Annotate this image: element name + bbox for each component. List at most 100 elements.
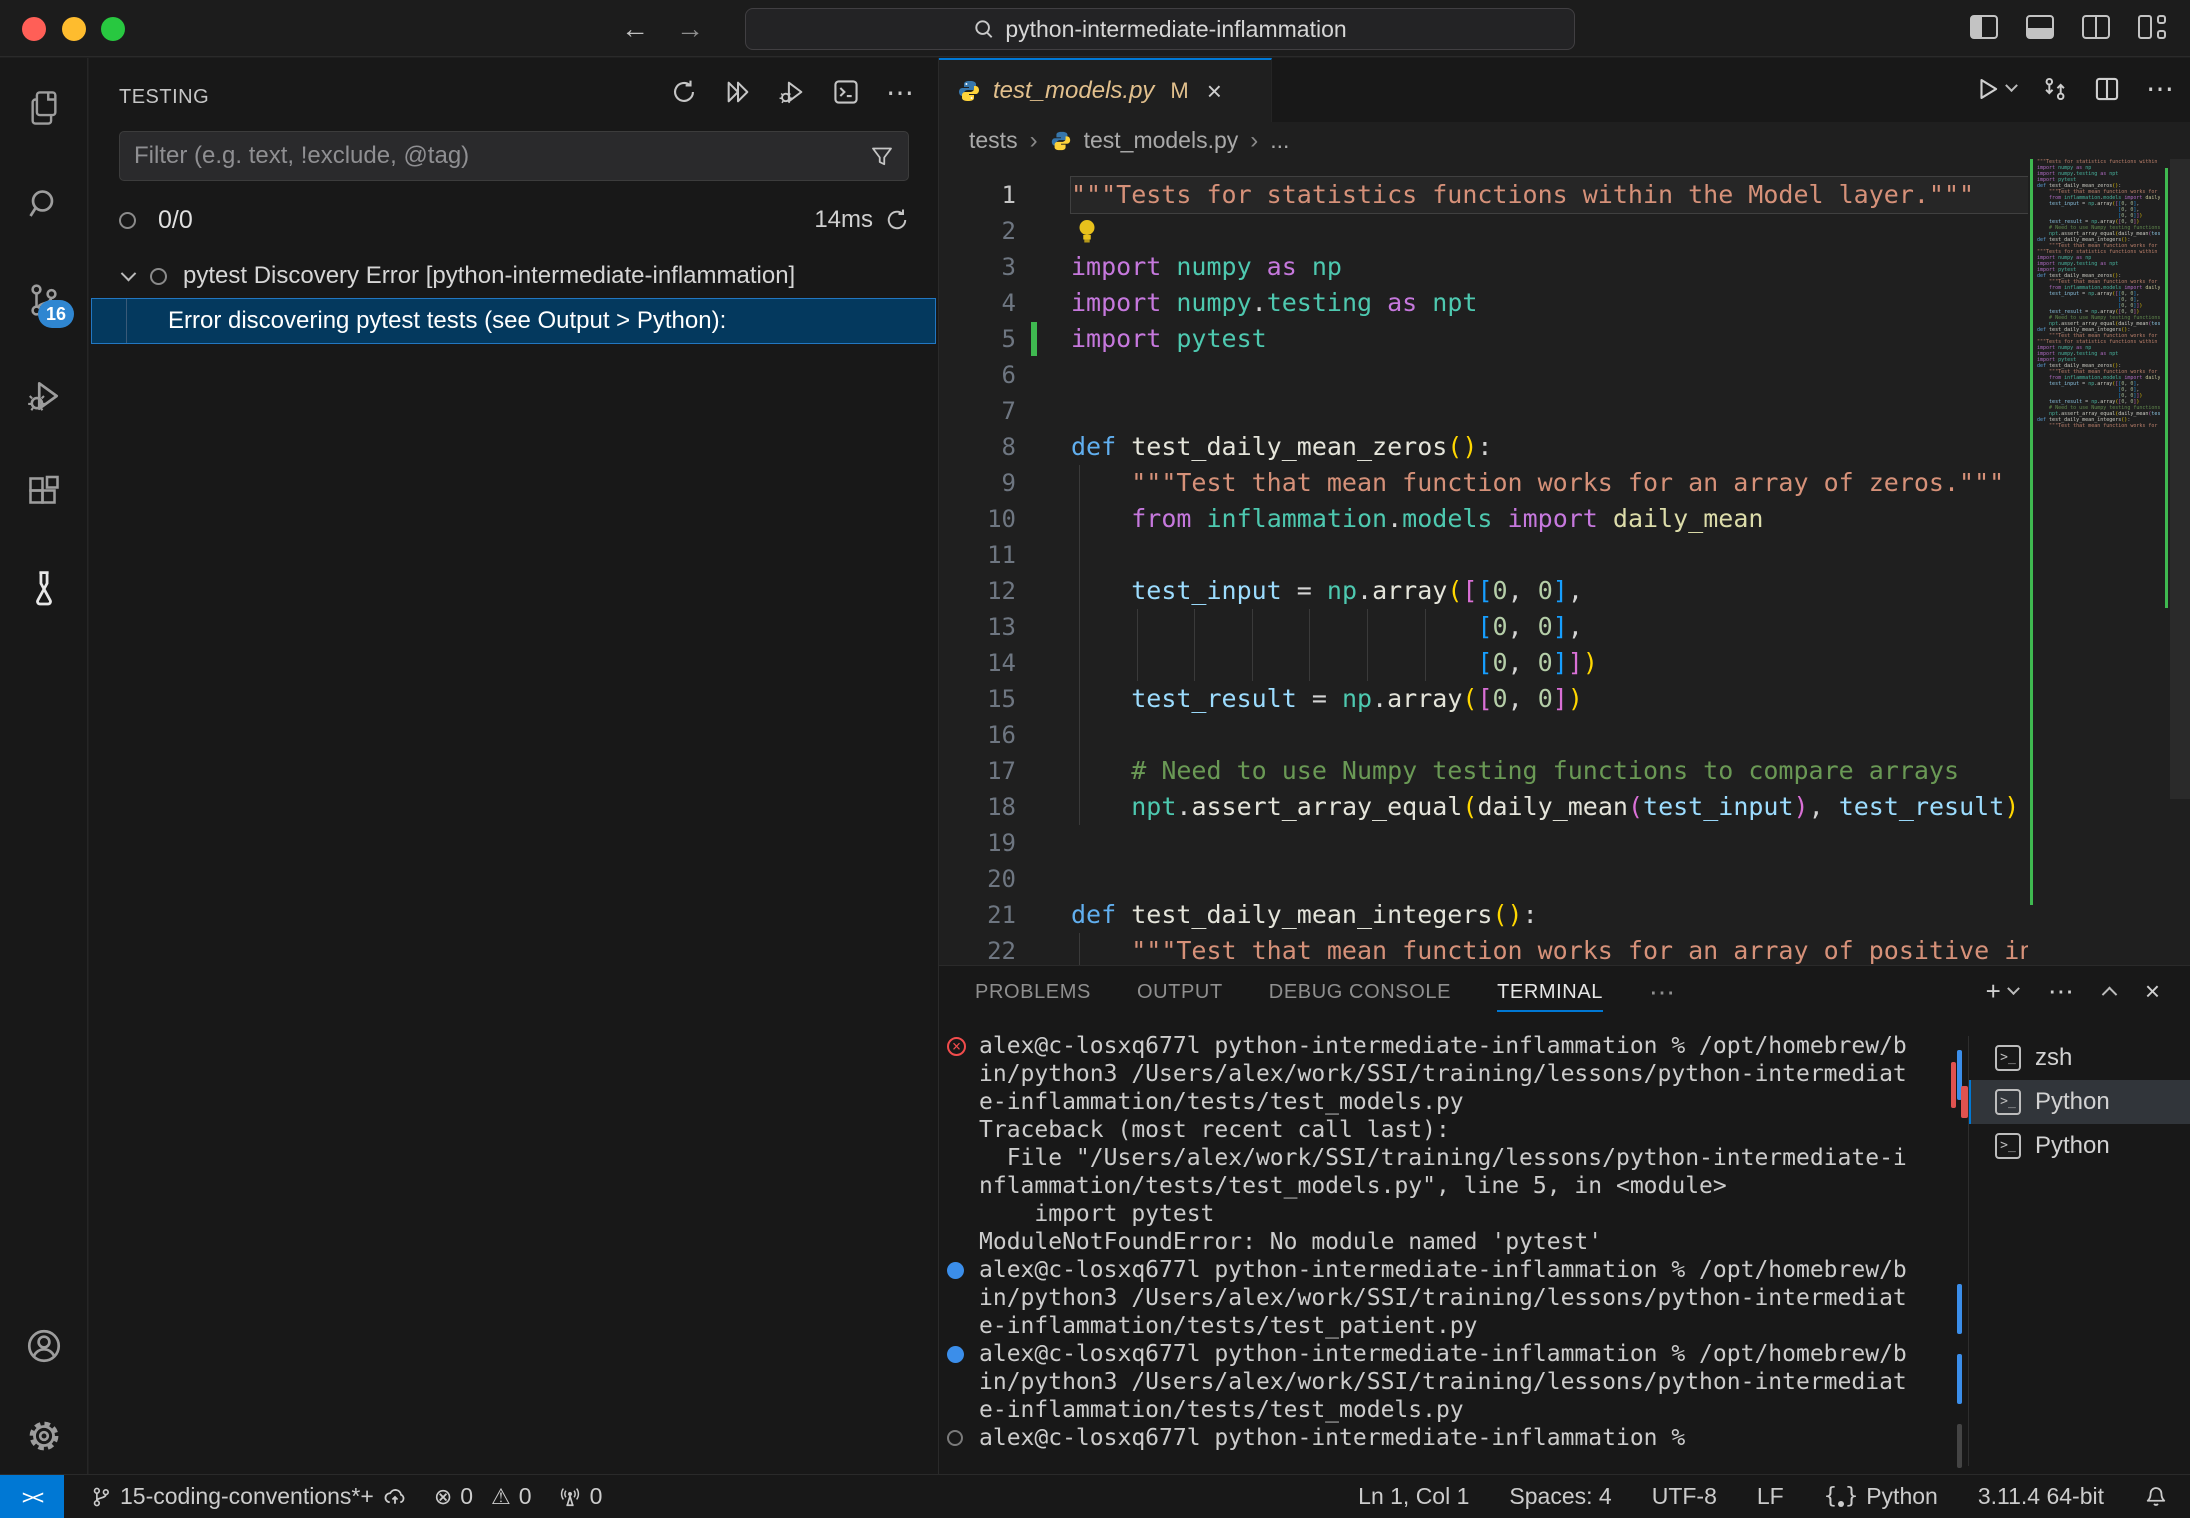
- show-test-output-icon[interactable]: [830, 76, 862, 108]
- editor-more-actions-icon[interactable]: ⋯: [2146, 72, 2174, 105]
- code-line[interactable]: 8def test_daily_mean_zeros():: [939, 429, 2028, 465]
- code-line[interactable]: 2: [939, 213, 2028, 249]
- line-number: 5: [939, 321, 1016, 357]
- minimap[interactable]: """Tests for statistics functions within…: [2030, 159, 2160, 905]
- chevron-down-icon[interactable]: [121, 265, 137, 281]
- git-branch-item[interactable]: 15-coding-conventions*+: [90, 1483, 408, 1510]
- code-line[interactable]: 12 test_input = np.array([[0, 0],: [939, 573, 2028, 609]
- remote-indicator[interactable]: ><: [0, 1475, 64, 1518]
- toggle-panel-icon[interactable]: [2026, 15, 2054, 39]
- ports-count: 0: [590, 1483, 603, 1510]
- terminal-command-status-icon[interactable]: [947, 1346, 979, 1363]
- code-line[interactable]: 9 """Test that mean function works for a…: [939, 465, 2028, 501]
- minimize-window-button[interactable]: [62, 17, 86, 41]
- toggle-secondary-sidebar-icon[interactable]: [2082, 15, 2110, 39]
- accounts-icon[interactable]: [0, 1310, 88, 1382]
- eol-item[interactable]: LF: [1757, 1483, 1784, 1510]
- filter-funnel-icon[interactable]: [870, 144, 894, 168]
- terminal-dropdown-chevron-icon[interactable]: [2007, 982, 2020, 995]
- history-forward-button[interactable]: →: [670, 9, 710, 49]
- code-editor[interactable]: 1"""Tests for statistics functions withi…: [939, 159, 2028, 965]
- split-editor-icon[interactable]: [2094, 76, 2120, 102]
- open-changes-icon[interactable]: [2042, 76, 2068, 102]
- code-line[interactable]: 5import pytest: [939, 321, 2028, 357]
- maximize-window-button[interactable]: [101, 17, 125, 41]
- code-line[interactable]: 15 test_result = np.array([0, 0]): [939, 681, 2028, 717]
- python-interpreter-item[interactable]: 3.11.4 64-bit: [1978, 1483, 2104, 1510]
- test-tree-item-discovery-error[interactable]: pytest Discovery Error [python-intermedi…: [89, 254, 938, 298]
- source-control-icon[interactable]: 16: [0, 264, 88, 336]
- run-dropdown-chevron-icon[interactable]: [2005, 79, 2018, 92]
- panel-tab-problems[interactable]: PROBLEMS: [975, 966, 1091, 1018]
- refresh-tests-icon[interactable]: [668, 76, 700, 108]
- code-line[interactable]: 1"""Tests for statistics functions withi…: [939, 177, 2028, 213]
- code-line[interactable]: 4import numpy.testing as npt: [939, 285, 2028, 321]
- settings-gear-icon[interactable]: [0, 1400, 88, 1472]
- lightbulb-icon[interactable]: [1075, 217, 1099, 247]
- code-line[interactable]: 20: [939, 861, 2028, 897]
- line-number: 16: [939, 717, 1016, 753]
- breadcrumb-folder[interactable]: tests: [969, 127, 1018, 154]
- code-line[interactable]: 21def test_daily_mean_integers():: [939, 897, 2028, 933]
- sync-cloud-icon[interactable]: [382, 1485, 408, 1509]
- debug-tests-icon[interactable]: [776, 76, 808, 108]
- close-panel-icon[interactable]: ×: [2145, 976, 2160, 1007]
- maximize-panel-chevron-icon[interactable]: [2102, 987, 2118, 1003]
- command-center-search[interactable]: python-intermediate-inflammation: [745, 8, 1575, 50]
- testing-icon[interactable]: [0, 552, 88, 624]
- run-python-file-button[interactable]: [1975, 76, 2016, 102]
- code-line[interactable]: 19: [939, 825, 2028, 861]
- panel-tab-debug-console[interactable]: DEBUG CONSOLE: [1269, 966, 1451, 1018]
- test-tree-item-error-message[interactable]: Error discovering pytest tests (see Outp…: [91, 298, 936, 344]
- more-actions-icon[interactable]: ⋯: [884, 76, 916, 108]
- code-line[interactable]: 22 """Test that mean function works for …: [939, 933, 2028, 965]
- run-all-tests-icon[interactable]: [722, 76, 754, 108]
- terminal-command-status-icon[interactable]: [947, 1430, 979, 1446]
- code-line[interactable]: 13 [0, 0],: [939, 609, 2028, 645]
- terminal-tab-python[interactable]: >_Python: [1969, 1080, 2190, 1124]
- explorer-icon[interactable]: [0, 72, 88, 144]
- history-back-button[interactable]: ←: [615, 9, 655, 49]
- code-line[interactable]: 11: [939, 537, 2028, 573]
- test-filter-input[interactable]: [134, 142, 870, 170]
- code-line[interactable]: 14 [0, 0]]): [939, 645, 2028, 681]
- terminal-command-status-icon[interactable]: ×: [947, 1037, 979, 1056]
- panel-tabs-more-icon[interactable]: ⋯: [1649, 966, 1676, 1018]
- problems-item[interactable]: ⊗ 0 ⚠ 0: [434, 1483, 532, 1510]
- code-line[interactable]: 6: [939, 357, 2028, 393]
- tab-test-models[interactable]: test_models.py M ×: [939, 58, 1272, 122]
- plus-icon[interactable]: +: [1986, 976, 2001, 1007]
- search-sidebar-icon[interactable]: [0, 168, 88, 240]
- panel-tab-output[interactable]: OUTPUT: [1137, 966, 1223, 1018]
- code-line[interactable]: 10 from inflammation.models import daily…: [939, 501, 2028, 537]
- language-mode-item[interactable]: {} Python: [1824, 1483, 1938, 1510]
- tab-close-icon[interactable]: ×: [1207, 76, 1222, 107]
- code-line[interactable]: 7: [939, 393, 2028, 429]
- run-debug-icon[interactable]: [0, 360, 88, 432]
- cursor-position-item[interactable]: Ln 1, Col 1: [1358, 1483, 1469, 1510]
- new-terminal-button[interactable]: +: [1986, 976, 2018, 1007]
- breadcrumb-file[interactable]: test_models.py: [1084, 127, 1239, 154]
- ports-item[interactable]: 0: [558, 1483, 603, 1510]
- terminal-tab-zsh[interactable]: >_zsh: [1969, 1036, 2190, 1080]
- panel-more-actions-icon[interactable]: ⋯: [2048, 976, 2074, 1007]
- extensions-icon[interactable]: [0, 456, 88, 528]
- terminal-command-status-icon[interactable]: [947, 1262, 979, 1279]
- toggle-sidebar-icon[interactable]: [1970, 15, 1998, 39]
- terminal-output[interactable]: ×alex@c-losxq677l python-intermediate-in…: [947, 1032, 1957, 1466]
- code-line[interactable]: 18 npt.assert_array_equal(daily_mean(tes…: [939, 789, 2028, 825]
- encoding-item[interactable]: UTF-8: [1652, 1483, 1717, 1510]
- terminal-line: ×alex@c-losxq677l python-intermediate-in…: [947, 1032, 1957, 1060]
- customize-layout-icon[interactable]: [2138, 15, 2166, 39]
- rerun-icon[interactable]: [885, 208, 909, 232]
- notifications-bell-icon[interactable]: [2144, 1485, 2168, 1509]
- editor-scrollbar[interactable]: [2170, 159, 2190, 799]
- code-line[interactable]: 17 # Need to use Numpy testing functions…: [939, 753, 2028, 789]
- panel-tab-terminal[interactable]: TERMINAL: [1497, 966, 1603, 1018]
- breadcrumb-symbol[interactable]: ...: [1270, 127, 1289, 154]
- code-line[interactable]: 16: [939, 717, 2028, 753]
- close-window-button[interactable]: [22, 17, 46, 41]
- terminal-tab-python[interactable]: >_Python: [1969, 1124, 2190, 1168]
- code-line[interactable]: 3import numpy as np: [939, 249, 2028, 285]
- indentation-item[interactable]: Spaces: 4: [1509, 1483, 1611, 1510]
